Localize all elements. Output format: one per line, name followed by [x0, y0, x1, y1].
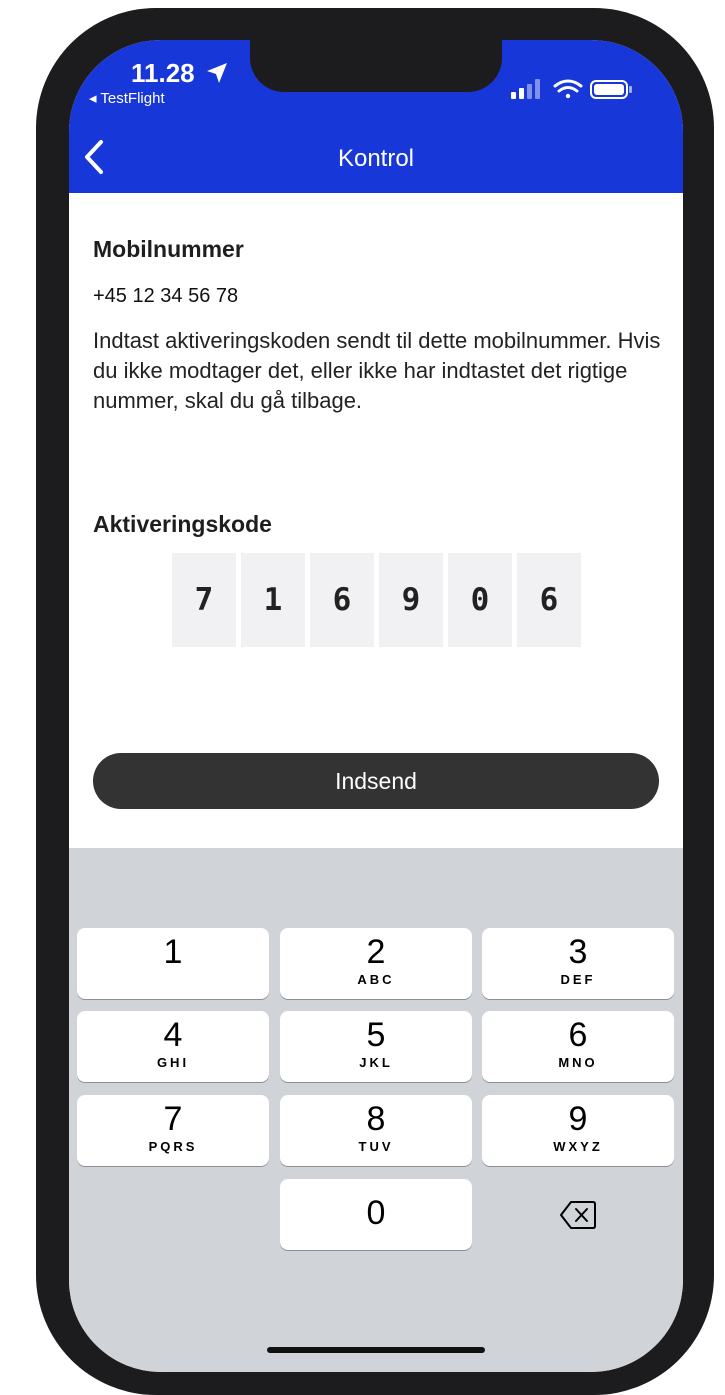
mobile-label: Mobilnummer — [93, 236, 244, 262]
code-digit-1[interactable]: 7 — [172, 553, 236, 647]
status-time: 11.28 — [131, 58, 228, 91]
key-2[interactable]: 2 ABC — [280, 928, 472, 999]
key-4-number: 4 — [163, 1016, 183, 1054]
battery-icon — [590, 80, 632, 99]
key-2-number: 2 — [366, 933, 386, 971]
key-9[interactable]: 9 WXYZ — [482, 1095, 674, 1166]
main-content: Mobilnummer +45 12 34 56 78 Indtast akti… — [69, 193, 683, 848]
key-0[interactable]: 0 — [280, 1179, 472, 1250]
code-digit-2[interactable]: 1 — [241, 553, 305, 647]
key-4-letters: GHI — [156, 1055, 190, 1070]
cellular-signal-icon — [511, 79, 540, 99]
key-3[interactable]: 3 DEF — [482, 928, 674, 999]
instruction-text: Indtast aktiveringskoden sendt til dette… — [93, 328, 661, 413]
status-icons-svg — [511, 79, 632, 99]
key-6-letters: MNO — [558, 1055, 598, 1070]
home-indicator[interactable] — [267, 1347, 485, 1353]
key-8-letters: TUV — [358, 1139, 394, 1154]
screen: 11.28 ◂ TestFlight Kontrol Mobilnummer +… — [69, 40, 683, 1372]
key-9-letters: WXYZ — [553, 1139, 603, 1154]
key-5-number: 5 — [366, 1016, 386, 1054]
key-5[interactable]: 5 JKL — [280, 1011, 472, 1082]
key-3-number: 3 — [568, 933, 588, 971]
numeric-keyboard: 1 2 ABC 3 DEF 4 GHI 5 JKL 6 MNO 7 PQRS 8 — [69, 848, 683, 1372]
wifi-icon — [553, 79, 583, 99]
key-1[interactable]: 1 — [77, 928, 269, 999]
code-digit-5[interactable]: 0 — [448, 553, 512, 647]
status-icons — [509, 76, 639, 100]
delete-key[interactable] — [482, 1179, 674, 1250]
key-4[interactable]: 4 GHI — [77, 1011, 269, 1082]
key-8[interactable]: 8 TUV — [280, 1095, 472, 1166]
code-digit-3[interactable]: 6 — [310, 553, 374, 647]
location-arrow-icon — [206, 60, 228, 91]
key-2-letters: ABC — [357, 972, 395, 987]
mobile-number: +45 12 34 56 78 — [93, 285, 239, 307]
code-digit-4[interactable]: 9 — [379, 553, 443, 647]
key-1-number: 1 — [163, 933, 183, 971]
status-time-text: 11.28 — [131, 58, 195, 88]
key-3-letters: DEF — [560, 972, 596, 987]
key-6[interactable]: 6 MNO — [482, 1011, 674, 1082]
key-7-number: 7 — [163, 1100, 183, 1138]
key-5-letters: JKL — [359, 1055, 393, 1070]
key-6-number: 6 — [568, 1016, 588, 1054]
header: 11.28 ◂ TestFlight Kontrol — [69, 40, 683, 193]
activation-code-input[interactable]: 7 1 6 9 0 6 — [172, 553, 581, 647]
notch — [250, 40, 502, 92]
key-7[interactable]: 7 PQRS — [77, 1095, 269, 1166]
key-8-number: 8 — [366, 1100, 386, 1138]
back-to-app-link[interactable]: ◂ TestFlight — [89, 89, 165, 107]
key-0-number: 0 — [366, 1194, 386, 1232]
code-digit-6[interactable]: 6 — [517, 553, 581, 647]
nav-title: Kontrol — [337, 145, 415, 172]
activation-label: Aktiveringskode — [93, 511, 272, 537]
key-9-number: 9 — [568, 1100, 588, 1138]
backspace-icon — [560, 1200, 596, 1229]
submit-button[interactable]: Indsend — [93, 753, 659, 809]
key-7-letters: PQRS — [148, 1139, 198, 1154]
